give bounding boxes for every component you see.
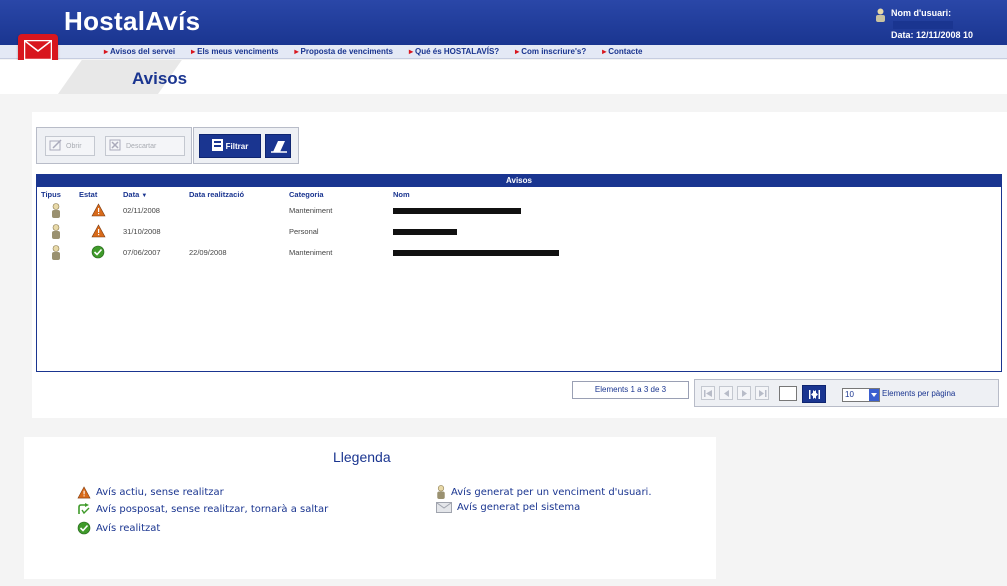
table-header-row: Tipus Estat Data ▼ Data realització Cate… <box>37 187 1001 201</box>
check-icon <box>77 521 91 535</box>
next-page-icon <box>742 390 747 397</box>
legend-item-active: Avís actiu, sense realitzar <box>77 486 224 499</box>
brand-logo-text[interactable]: HostalAvís <box>64 6 200 37</box>
discard-icon <box>109 139 123 153</box>
go-last-page-button[interactable] <box>802 385 826 403</box>
clear-filter-button[interactable] <box>265 134 291 158</box>
filter-button[interactable]: Filtrar <box>199 134 261 158</box>
warning-icon <box>91 224 106 240</box>
system-mail-icon <box>436 502 452 513</box>
warning-icon <box>77 486 91 499</box>
app-header: HostalAvís Nom d'usuari: Data: 12/11/200… <box>0 0 1007 45</box>
cell-categoria: Manteniment <box>289 248 333 257</box>
edit-icon <box>49 139 63 153</box>
last-page-disabled-button[interactable] <box>755 386 769 400</box>
cell-data: 02/11/2008 <box>123 206 160 215</box>
page-title-bar: Avisos <box>0 60 1007 94</box>
action-toolbar: Obrir Descartar <box>36 127 192 164</box>
nav-item-que-es[interactable]: ▸ Qué és HOSTALAVÍS? <box>409 47 499 56</box>
first-page-icon <box>704 390 712 397</box>
redacted-username <box>893 20 953 29</box>
eraser-icon <box>271 141 287 153</box>
col-header-tipus[interactable]: Tipus <box>41 190 61 199</box>
legend-item-postponed: Avís posposat, sense realitzar, tornarà … <box>77 503 328 516</box>
legend-item-done: Avís realitzat <box>77 521 160 535</box>
legend-item-system-generated: Avís generat pel sistema <box>436 502 580 513</box>
table-row[interactable]: 31/10/2008 Personal <box>37 222 1001 243</box>
discard-button[interactable]: Descartar <box>105 136 185 156</box>
page-number-input[interactable] <box>779 386 797 401</box>
col-header-nom[interactable]: Nom <box>393 190 410 199</box>
user-info: Nom d'usuari: Data: 12/11/2008 10 <box>867 8 1007 40</box>
legend-title: Llegenda <box>333 449 391 465</box>
cell-nom-redacted <box>393 248 563 256</box>
per-page-select[interactable]: 10 <box>842 388 880 402</box>
cell-nom-redacted <box>393 206 523 214</box>
user-icon <box>51 203 61 220</box>
date-label: Data: 12/11/2008 10 <box>891 30 974 40</box>
next-page-button[interactable] <box>737 386 751 400</box>
chevron-down-icon <box>869 389 879 401</box>
warning-icon <box>91 203 106 219</box>
sort-desc-icon: ▼ <box>141 193 148 199</box>
first-page-button[interactable] <box>701 386 715 400</box>
cell-categoria: Personal <box>289 227 319 236</box>
cell-data-realitzacio: 22/09/2008 <box>189 248 227 257</box>
last-page-icon <box>759 390 767 397</box>
filter-icon <box>211 139 223 153</box>
filter-toolbar: Filtrar <box>193 127 299 164</box>
cell-data: 07/06/2007 <box>123 248 161 257</box>
nav-item-avisos[interactable]: ▸ Avisos del servei <box>104 47 175 56</box>
user-label: Nom d'usuari: <box>891 8 952 18</box>
legend-item-user-generated: Avís generat per un venciment d'usuari. <box>436 485 652 499</box>
pagination-bar: 10 Elements per pàgina <box>694 379 999 407</box>
prev-page-icon <box>724 390 729 397</box>
check-icon <box>91 245 105 261</box>
user-icon <box>51 245 61 262</box>
prev-page-button[interactable] <box>719 386 733 400</box>
cell-nom-redacted <box>393 227 463 235</box>
user-icon <box>436 485 446 499</box>
col-header-data-realitzacio[interactable]: Data realització <box>189 190 244 199</box>
cell-categoria: Manteniment <box>289 206 333 215</box>
main-nav: ▸ Avisos del servei ▸ Els meus venciments … <box>0 45 1007 59</box>
table-caption: Avisos <box>37 175 1001 187</box>
postponed-icon <box>77 503 91 516</box>
cell-data: 31/10/2008 <box>123 227 161 236</box>
element-count: Elements 1 a 3 de 3 <box>572 381 689 399</box>
per-page-label: Elements per pàgina <box>882 389 956 398</box>
nav-item-venciments[interactable]: ▸ Els meus venciments <box>191 47 278 56</box>
user-icon <box>51 224 61 241</box>
col-header-categoria[interactable]: Categoria <box>289 190 324 199</box>
page-title: Avisos <box>132 69 188 88</box>
table-row[interactable]: 02/11/2008 Manteniment <box>37 201 1001 222</box>
nav-item-contacte[interactable]: ▸ Contacte <box>602 47 642 56</box>
avisos-table: Avisos Tipus Estat Data ▼ Data realitzac… <box>36 174 1002 372</box>
table-row[interactable]: 07/06/2007 22/09/2008 Manteniment <box>37 243 1001 264</box>
open-button[interactable]: Obrir <box>45 136 95 156</box>
last-page-icon <box>809 390 820 399</box>
col-header-estat[interactable]: Estat <box>79 190 97 199</box>
nav-item-inscriure[interactable]: ▸ Com inscriure's? <box>515 47 586 56</box>
col-header-data[interactable]: Data ▼ <box>123 190 147 199</box>
nav-item-proposta[interactable]: ▸ Proposta de venciments <box>294 47 393 56</box>
user-icon <box>875 8 886 25</box>
